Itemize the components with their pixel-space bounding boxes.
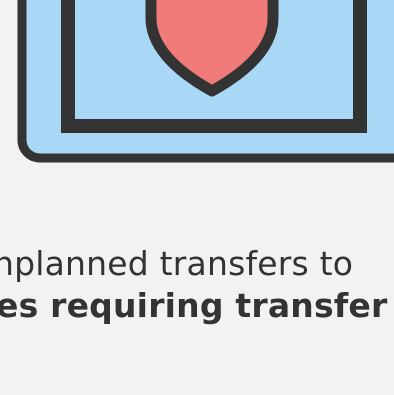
caption-line-1: nplanned transfers to <box>0 244 354 283</box>
illustration <box>0 0 394 170</box>
slide-canvas: nplanned transfers to es requiring trans… <box>0 0 394 395</box>
device-illustration <box>17 0 394 163</box>
caption-line-2: es requiring transfer to <box>0 286 394 325</box>
